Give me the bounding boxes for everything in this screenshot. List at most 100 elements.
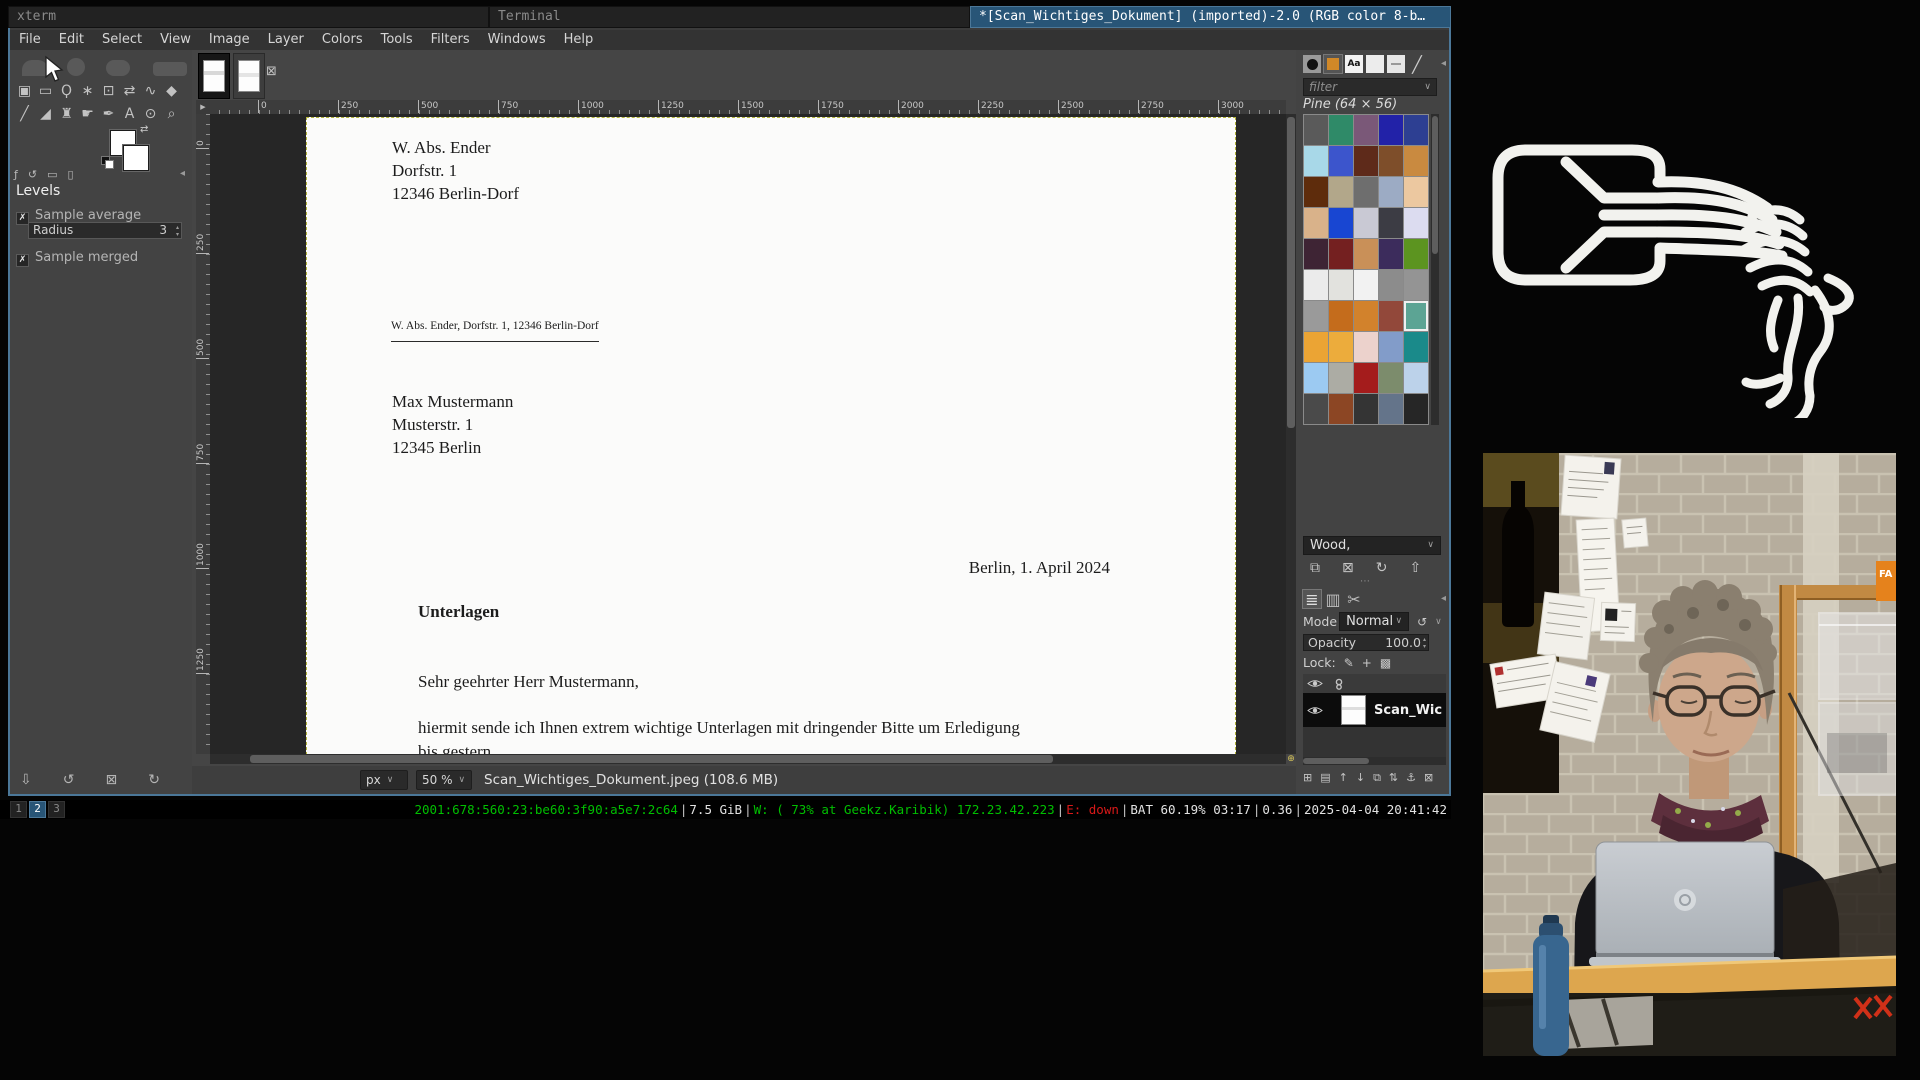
- menu-item[interactable]: Edit: [50, 30, 93, 50]
- pattern-swatch[interactable]: [1329, 208, 1353, 238]
- close-image-icon[interactable]: ⊠: [266, 64, 277, 79]
- workspace-button[interactable]: 2: [29, 801, 46, 818]
- merge-layer-button[interactable]: ⇅: [1389, 771, 1398, 785]
- menu-item[interactable]: Colors: [313, 30, 372, 50]
- radius-spinbox[interactable]: Radius 3 ▴▾: [28, 222, 182, 239]
- clone-tool[interactable]: ♜: [56, 103, 77, 126]
- menu-item[interactable]: Layer: [259, 30, 313, 50]
- workspace-button[interactable]: 3: [48, 801, 65, 818]
- duplicate-layer-button[interactable]: ⧉: [1373, 771, 1381, 785]
- pattern-swatch[interactable]: [1379, 332, 1403, 362]
- menu-item[interactable]: Help: [555, 30, 603, 50]
- pattern-swatch[interactable]: [1404, 301, 1428, 331]
- wm-tab[interactable]: Terminal: [489, 6, 970, 28]
- pattern-swatch[interactable]: [1354, 394, 1378, 424]
- pattern-swatch[interactable]: [1354, 270, 1378, 300]
- pattern-swatch[interactable]: [1354, 332, 1378, 362]
- menu-item[interactable]: Tools: [372, 30, 422, 50]
- pattern-swatch[interactable]: [1379, 146, 1403, 176]
- layers-hscrollbar[interactable]: [1303, 757, 1446, 765]
- pattern-swatch[interactable]: [1379, 239, 1403, 269]
- image-tab[interactable]: [233, 53, 265, 99]
- pattern-swatch[interactable]: [1354, 115, 1378, 145]
- pattern-swatch[interactable]: [1304, 301, 1328, 331]
- pointer-dialog-icon[interactable]: ▭: [47, 168, 57, 181]
- pattern-swatch[interactable]: [1354, 239, 1378, 269]
- pattern-swatch[interactable]: [1329, 115, 1353, 145]
- layers-tab-icon[interactable]: ≣: [1303, 590, 1321, 608]
- refresh-patterns-button[interactable]: ↻: [1376, 560, 1388, 576]
- navigation-preview-icon[interactable]: ⊕: [1286, 754, 1296, 764]
- wm-tab[interactable]: xterm: [8, 6, 489, 28]
- menu-item[interactable]: File: [10, 30, 50, 50]
- pattern-swatch[interactable]: [1404, 208, 1428, 238]
- swap-colors-icon[interactable]: ⇄: [140, 124, 148, 135]
- levels-dialog-icon[interactable]: ƒ: [14, 168, 18, 181]
- pattern-swatch[interactable]: [1404, 146, 1428, 176]
- brushes-tab-icon[interactable]: [1303, 55, 1321, 73]
- pattern-swatch[interactable]: [1329, 177, 1353, 207]
- paintbrush-tool[interactable]: ╱: [14, 103, 35, 126]
- link-icon[interactable]: [1333, 678, 1345, 690]
- pattern-swatch[interactable]: [1304, 270, 1328, 300]
- pattern-swatch[interactable]: [1329, 332, 1353, 362]
- pattern-swatch[interactable]: [1404, 177, 1428, 207]
- palettes-tab-icon[interactable]: [1366, 55, 1384, 73]
- pattern-swatch[interactable]: [1354, 177, 1378, 207]
- pattern-swatch[interactable]: [1379, 115, 1403, 145]
- zoom-tool[interactable]: ⌕: [161, 103, 182, 126]
- pattern-swatch[interactable]: [1379, 301, 1403, 331]
- crop-tool[interactable]: ⊡: [98, 80, 119, 103]
- pattern-swatch[interactable]: [1304, 146, 1328, 176]
- pattern-swatch[interactable]: [1304, 177, 1328, 207]
- mypaint-brush-tab-icon[interactable]: ╱: [1408, 55, 1426, 73]
- vertical-scrollbar[interactable]: [1286, 114, 1296, 754]
- pattern-swatch[interactable]: [1304, 394, 1328, 424]
- pattern-set-combo[interactable]: Wood,∨: [1303, 536, 1441, 555]
- pattern-swatch[interactable]: [1304, 363, 1328, 393]
- pattern-swatch[interactable]: [1404, 332, 1428, 362]
- pattern-swatch[interactable]: [1354, 363, 1378, 393]
- rectangle-select-tool[interactable]: ▭: [35, 80, 56, 103]
- layer-row-selected[interactable]: Scan_Wic: [1303, 693, 1446, 727]
- free-select-tool[interactable]: Ϙ: [56, 80, 77, 103]
- undo-history-icon[interactable]: ↺: [28, 168, 37, 181]
- swatch-dialog-icon[interactable]: ▯: [68, 168, 74, 181]
- menu-item[interactable]: View: [151, 30, 200, 50]
- pattern-swatch[interactable]: [1329, 146, 1353, 176]
- workspace-button[interactable]: 1: [10, 801, 27, 818]
- menu-item[interactable]: Windows: [479, 30, 555, 50]
- patterns-tab-icon[interactable]: [1324, 55, 1342, 73]
- anchor-layer-button[interactable]: ⚓: [1406, 771, 1416, 785]
- fonts-tab-icon[interactable]: Aa: [1345, 55, 1363, 73]
- raise-layer-button[interactable]: ↑: [1339, 771, 1348, 785]
- panel-expander-icon[interactable]: ◂: [180, 168, 185, 179]
- eraser-tool[interactable]: ◢: [35, 103, 56, 126]
- pattern-swatch[interactable]: [1304, 115, 1328, 145]
- lock-alpha-icon[interactable]: ▩: [1380, 656, 1391, 670]
- alignment-tool[interactable]: ▣: [14, 80, 35, 103]
- canvas-viewport[interactable]: W. Abs. EnderDorfstr. 112346 Berlin-Dorf…: [210, 114, 1286, 754]
- warp-transform-tool[interactable]: ∿: [140, 80, 161, 103]
- menu-item[interactable]: Image: [200, 30, 259, 50]
- fuzzy-select-tool[interactable]: ∗: [77, 80, 98, 103]
- eye-icon[interactable]: [1307, 678, 1323, 689]
- lower-layer-button[interactable]: ↓: [1356, 771, 1365, 785]
- new-group-button[interactable]: ▤: [1320, 771, 1330, 785]
- pattern-swatch[interactable]: [1304, 239, 1328, 269]
- pattern-swatch[interactable]: [1329, 270, 1353, 300]
- spinner-arrows[interactable]: ▴▾: [176, 224, 179, 238]
- unit-combo[interactable]: px∨: [360, 770, 408, 790]
- dock-menu-icon[interactable]: ◂: [1441, 55, 1446, 73]
- wm-tab[interactable]: *[Scan_Wichtiges_Dokument] (imported)-2.…: [970, 6, 1451, 28]
- pattern-swatch[interactable]: [1379, 394, 1403, 424]
- new-layer-button[interactable]: ⊞: [1303, 771, 1312, 785]
- smudge-tool[interactable]: ☛: [77, 103, 98, 126]
- pattern-swatch[interactable]: [1354, 208, 1378, 238]
- redo-button[interactable]: ↻: [148, 772, 160, 788]
- pattern-swatch[interactable]: [1304, 332, 1328, 362]
- pattern-swatch[interactable]: [1404, 115, 1428, 145]
- horizontal-ruler[interactable]: 0250500750100012501500175020002250250027…: [210, 100, 1286, 115]
- image-tab-active[interactable]: [198, 53, 230, 99]
- pattern-swatch[interactable]: [1379, 208, 1403, 238]
